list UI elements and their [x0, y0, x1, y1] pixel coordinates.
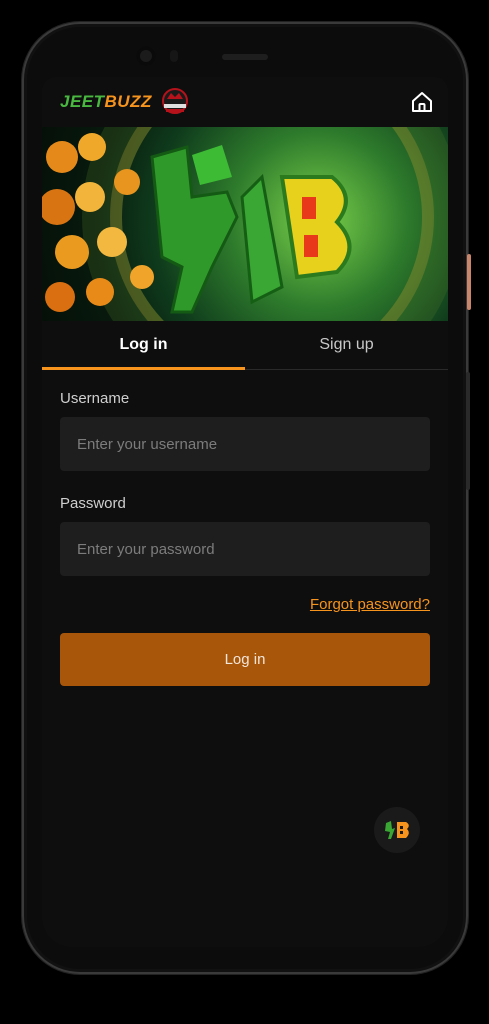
- app-header: JEETBUZZ: [42, 77, 448, 127]
- brand-logo[interactable]: JEETBUZZ: [60, 87, 192, 117]
- password-field-group: Password: [60, 495, 430, 576]
- brand-logo-text: JEETBUZZ: [60, 92, 152, 111]
- password-label: Password: [60, 495, 126, 512]
- username-input[interactable]: [60, 417, 430, 471]
- forgot-password-link[interactable]: Forgot password?: [310, 596, 430, 613]
- promo-banner: [42, 127, 448, 321]
- username-label: Username: [60, 390, 130, 407]
- app-screen: JEETBUZZ Log in Sign up Username Enter y…: [42, 77, 448, 947]
- montreal-tigers-logo: [161, 88, 188, 114]
- earpiece-speaker: [222, 54, 268, 60]
- active-tab-indicator: [42, 367, 245, 370]
- tab-login[interactable]: Log in: [42, 321, 245, 369]
- phone-volume-button: [466, 372, 470, 490]
- login-form: Username Password Forgot password? Log i…: [42, 370, 448, 686]
- auth-tabs: Log in Sign up: [42, 321, 448, 370]
- password-input[interactable]: [60, 522, 430, 576]
- front-camera: [136, 46, 156, 66]
- home-icon[interactable]: [410, 90, 434, 114]
- forgot-row: Forgot password?: [60, 596, 430, 613]
- jb-mascot-logo: [150, 145, 352, 314]
- username-field-group: Username: [60, 390, 430, 471]
- jb-floating-button[interactable]: [374, 807, 420, 853]
- phone-side-button: [467, 254, 471, 310]
- tab-signup[interactable]: Sign up: [245, 321, 448, 369]
- jb-logo-icon: [385, 821, 409, 839]
- proximity-sensor: [170, 50, 178, 62]
- login-submit-button[interactable]: Log in: [60, 633, 430, 686]
